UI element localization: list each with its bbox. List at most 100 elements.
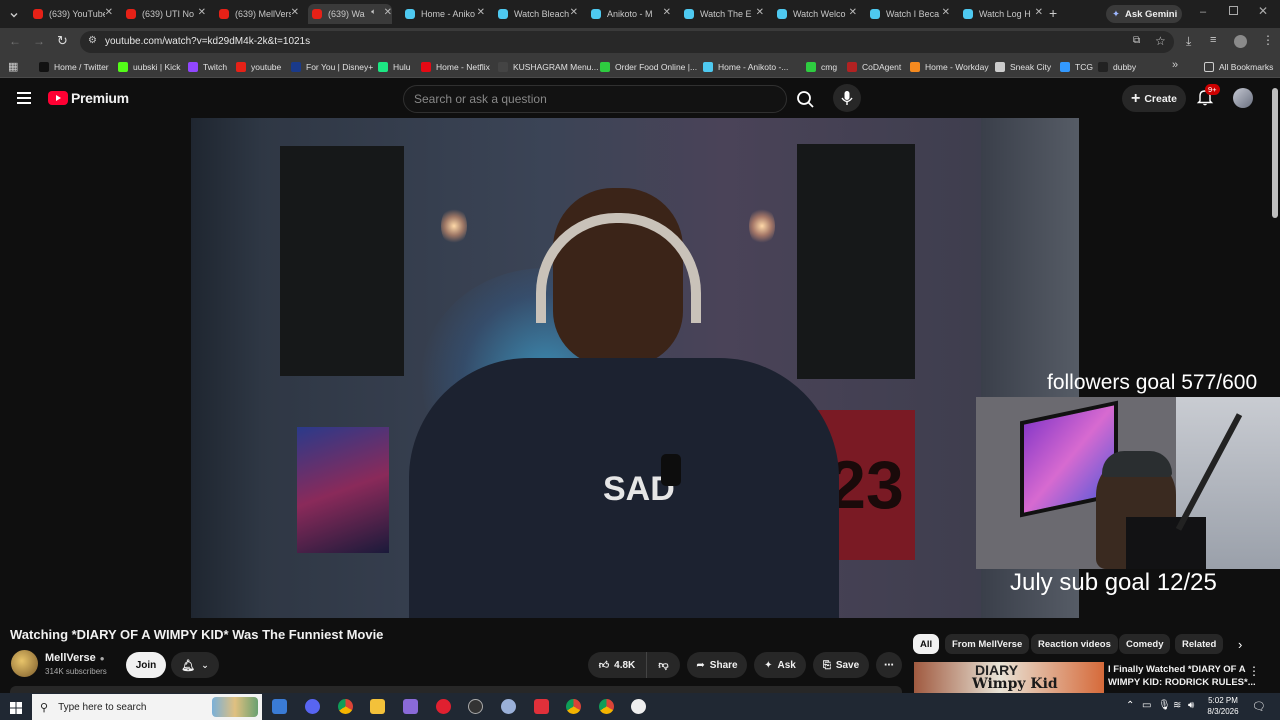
bookmark-item[interactable]: KUSHAGRAM Menu... xyxy=(498,60,599,74)
share-button[interactable]: ➦ Share xyxy=(687,652,747,678)
bookmark-item[interactable]: cmg xyxy=(806,60,837,74)
game-controller-icon[interactable] xyxy=(403,699,418,714)
more-actions-button[interactable]: ⋯ xyxy=(876,652,902,678)
bookmark-item[interactable]: TCG xyxy=(1060,60,1093,74)
file-explorer-icon[interactable] xyxy=(370,699,385,714)
adobe-icon[interactable] xyxy=(534,699,549,714)
bookmark-item[interactable]: Home - Workday xyxy=(910,60,989,74)
bookmark-item[interactable]: Home - Anikoto -... xyxy=(703,60,788,74)
browser-tab[interactable]: Home - Aniko ✕ xyxy=(401,4,485,24)
create-button[interactable]: + Create xyxy=(1122,85,1186,112)
filter-chip[interactable]: Reaction videos xyxy=(1031,634,1118,654)
download-icon[interactable]: ⤓ xyxy=(1186,34,1191,49)
browser-tab[interactable]: Watch The E ✕ xyxy=(680,4,764,24)
close-window-button[interactable]: ✕ xyxy=(1258,4,1268,18)
browser-tab[interactable]: Watch Welco ✕ xyxy=(773,4,857,24)
subscribe-bell-dropdown[interactable]: 🔔︎ ⌄ xyxy=(171,652,219,678)
notification-center-icon[interactable]: 🗨︎ xyxy=(1252,700,1266,713)
search-button[interactable] xyxy=(790,85,820,113)
all-bookmarks[interactable]: All Bookmarks xyxy=(1204,60,1273,74)
video-player[interactable]: 23 SAD xyxy=(191,118,1079,618)
youtube-logo[interactable]: Premium xyxy=(48,90,129,106)
bookmark-item[interactable]: Home - Netflix xyxy=(421,60,490,74)
site-info-icon[interactable]: ⚙ xyxy=(88,35,97,46)
bookmark-item[interactable]: dubby xyxy=(1098,60,1136,74)
bookmark-item[interactable]: CoDAgent xyxy=(847,60,901,74)
tab-close-icon[interactable]: ✕ xyxy=(198,7,206,18)
tab-close-icon[interactable]: ✕ xyxy=(756,7,764,18)
apps-grid-icon[interactable]: ▦ xyxy=(8,60,18,73)
windows-start-icon[interactable] xyxy=(10,701,22,714)
channel-avatar[interactable] xyxy=(11,650,38,677)
tab-close-icon[interactable]: ✕ xyxy=(477,7,485,18)
bookmark-item[interactable]: youtube xyxy=(236,60,281,74)
recommended-video[interactable]: DIARY Wimpy Kid I Finally Watched *DIARY… xyxy=(914,662,1280,693)
restore-button[interactable] xyxy=(1229,6,1238,15)
ask-button[interactable]: ✦ Ask xyxy=(754,652,806,678)
channel-name[interactable]: MellVerse ● xyxy=(45,652,105,664)
bookmark-item[interactable]: Hulu xyxy=(378,60,410,74)
browser-tab[interactable]: Anikoto - M ✕ xyxy=(587,4,671,24)
hamburger-menu-icon[interactable] xyxy=(17,91,31,104)
voice-search-button[interactable] xyxy=(833,84,861,112)
back-icon[interactable]: ← xyxy=(9,34,21,48)
omnibox[interactable]: ⚙ youtube.com/watch?v=kd29dM4k-2k&t=1021… xyxy=(80,31,1174,53)
bookmark-item[interactable]: Order Food Online |... xyxy=(600,60,697,74)
dislike-button[interactable]: 👎︎ xyxy=(646,652,680,678)
notifications-button[interactable]: 9+ xyxy=(1196,84,1220,108)
url-text[interactable]: youtube.com/watch?v=kd29dM4k-2k&t=1021s xyxy=(105,36,310,47)
tab-search-chevron-icon[interactable] xyxy=(8,8,20,20)
browser-tab[interactable]: (639) YouTube ✕ xyxy=(29,4,113,24)
browser-tab[interactable]: Watch Bleach ✕ xyxy=(494,4,578,24)
minimize-button[interactable]: – xyxy=(1200,6,1206,18)
like-button[interactable]: 👍︎ 4.8K xyxy=(588,652,646,678)
filter-chip[interactable]: Related xyxy=(1175,634,1224,654)
tab-audio-icon[interactable]: 🔈︎ xyxy=(371,7,376,17)
tab-close-icon[interactable]: ✕ xyxy=(663,7,671,18)
bookmark-item[interactable]: Sneak City xyxy=(995,60,1051,74)
bookmark-item[interactable]: uubski | Kick xyxy=(118,60,181,74)
clock-app-icon[interactable] xyxy=(631,699,646,714)
recommended-menu-icon[interactable]: ⋮ xyxy=(1248,664,1260,678)
bookmark-item[interactable]: Twitch xyxy=(188,60,227,74)
reload-icon[interactable]: ↻ xyxy=(57,33,68,49)
browser-tab[interactable]: (639) UTI No ✕ xyxy=(122,4,206,24)
tab-close-icon[interactable]: ✕ xyxy=(942,7,950,18)
ask-gemini-button[interactable]: ✦ Ask Gemini xyxy=(1106,5,1182,23)
tray-network-icon[interactable]: ▭ xyxy=(1142,700,1151,711)
account-avatar[interactable] xyxy=(1233,88,1253,108)
taskbar-search-input[interactable]: ⚲ Type here to search xyxy=(32,694,262,720)
forward-icon[interactable]: → xyxy=(33,34,45,48)
filter-chip[interactable]: Comedy xyxy=(1119,634,1171,654)
filter-chip[interactable]: All xyxy=(913,634,940,654)
filter-chip[interactable]: From MellVerse xyxy=(945,634,1030,654)
bookmark-item[interactable]: For You | Disney+ xyxy=(291,60,373,74)
tab-close-icon[interactable]: ✕ xyxy=(1035,7,1043,18)
page-scrollbar[interactable] xyxy=(1272,88,1278,218)
recommended-thumbnail[interactable]: DIARY Wimpy Kid xyxy=(914,662,1104,693)
browser-tab[interactable]: Watch I Beca ✕ xyxy=(866,4,950,24)
profile-icon[interactable] xyxy=(1234,35,1247,48)
search-input[interactable]: Search or ask a question xyxy=(403,85,787,113)
star-icon[interactable]: ☆ xyxy=(1155,34,1166,48)
more-bookmarks-icon[interactable]: » xyxy=(1172,59,1178,71)
bookmark-item[interactable]: Home / Twitter xyxy=(39,60,109,74)
tab-close-icon[interactable]: ✕ xyxy=(291,7,299,18)
app-icon-circle[interactable] xyxy=(501,699,516,714)
browser-menu-icon[interactable]: ⋮ xyxy=(1262,33,1274,47)
chips-next-chevron-icon[interactable]: › xyxy=(1238,637,1242,652)
chrome-taskbar-icon[interactable] xyxy=(338,699,353,714)
chrome-profile-2-icon[interactable] xyxy=(566,699,581,714)
browser-tab[interactable]: Watch Log H ✕ xyxy=(959,4,1043,24)
save-button[interactable]: ⎘ Save xyxy=(813,652,869,678)
tab-close-icon[interactable]: ✕ xyxy=(384,7,392,18)
obs-icon[interactable] xyxy=(468,699,483,714)
tab-close-icon[interactable]: ✕ xyxy=(105,7,113,18)
media-player-icon[interactable] xyxy=(436,699,451,714)
cast-icon[interactable]: ⧉ xyxy=(1133,35,1140,46)
media-control-icon[interactable]: ≡ xyxy=(1210,34,1216,46)
browser-tab[interactable]: (639) Wa ✕ 🔈︎ xyxy=(308,4,392,24)
tray-mic-icon[interactable]: 🎙︎ xyxy=(1158,700,1171,711)
tray-up-chevron-icon[interactable]: ⌃ xyxy=(1126,700,1134,711)
taskbar-clock[interactable]: 5:02 PM 8/3/2026 xyxy=(1206,695,1240,717)
